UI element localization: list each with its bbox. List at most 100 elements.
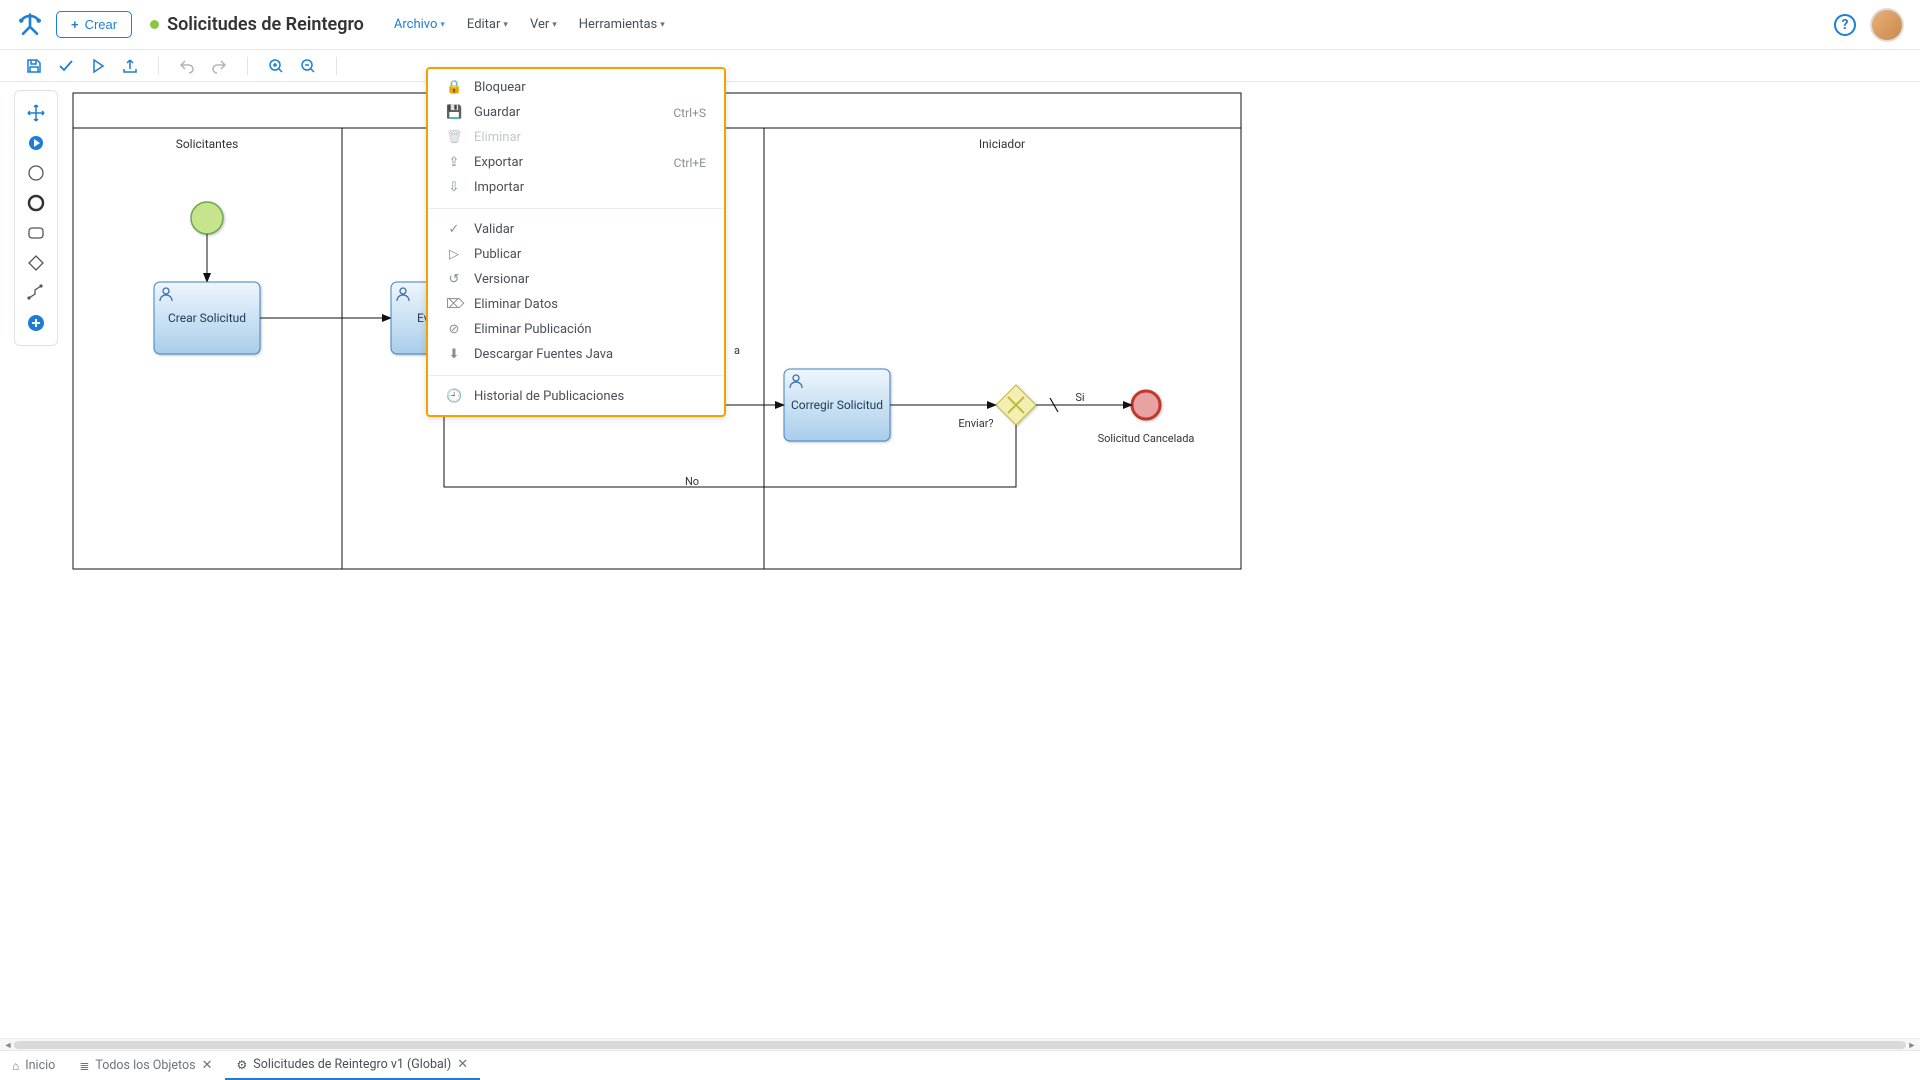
element-palette [14, 90, 58, 346]
lane-iniciador-header: Iniciador [979, 137, 1025, 151]
check-icon [58, 58, 74, 74]
tab-inicio[interactable]: ⌂ Inicio [0, 1051, 67, 1080]
menu-archivo[interactable]: Archivo ▾ [394, 17, 445, 32]
app-header: + Crear Solicitudes de Reintegro Archivo… [0, 0, 1920, 50]
menu-herramientas-label: Herramientas [579, 17, 657, 32]
dd-eliminar-datos[interactable]: ⌦ Eliminar Datos [428, 292, 724, 317]
dd-eliminar-publicacion[interactable]: ⊘ Eliminar Publicación [428, 317, 724, 342]
menu-ver[interactable]: Ver ▾ [530, 17, 557, 32]
bottom-tab-bar: ⌂ Inicio ≣ Todos los Objetos ✕ ⚙ Solicit… [0, 1050, 1920, 1080]
list-icon: ≣ [79, 1059, 89, 1073]
tool-move[interactable] [24, 101, 48, 125]
play-icon: ▷ [446, 247, 462, 262]
help-button[interactable]: ? [1834, 14, 1856, 36]
dd-descargar-java[interactable]: ⬇ Descargar Fuentes Java [428, 342, 724, 367]
dd-exportar[interactable]: ⇪ Exportar Ctrl+E [428, 150, 724, 175]
chevron-down-icon: ▾ [552, 20, 557, 30]
tab-inicio-label: Inicio [25, 1058, 55, 1073]
history-icon: ↺ [446, 272, 462, 287]
scroll-thumb[interactable] [14, 1041, 1906, 1049]
dd-validar[interactable]: ✓ Validar [428, 217, 724, 242]
bpmn-task-crear[interactable]: Crear Solicitud [154, 282, 260, 354]
edge-fragment-label: a [734, 344, 740, 357]
toolbar-divider [336, 57, 337, 75]
task-corregir-label: Corregir Solicitud [791, 398, 883, 412]
toolbar-export-button[interactable] [116, 52, 144, 80]
workspace: Solicitantes Iniciador Crear Solicitud E… [0, 82, 1920, 1050]
tab-todos-objetos-label: Todos los Objetos [95, 1058, 195, 1073]
create-button[interactable]: + Crear [56, 11, 132, 38]
move-icon [27, 104, 45, 122]
menu-herramientas[interactable]: Herramientas ▾ [579, 17, 665, 32]
lane-solicitantes-header: Solicitantes [176, 137, 239, 151]
rounded-rect-icon [27, 224, 45, 242]
dd-importar[interactable]: ⇩ Importar [428, 175, 724, 200]
bpmn-start-event[interactable] [191, 202, 223, 234]
tab-solicitudes[interactable]: ⚙ Solicitudes de Reintegro v1 (Global) ✕ [225, 1051, 481, 1080]
toolbar-zoom-in-button[interactable] [262, 52, 290, 80]
connector-icon [27, 284, 45, 302]
clock-icon: 🕘 [446, 389, 462, 404]
circle-thin-icon [27, 164, 45, 182]
dd-guardar-label: Guardar [474, 105, 520, 120]
menu-archivo-label: Archivo [394, 17, 438, 32]
user-avatar[interactable] [1870, 8, 1904, 42]
dd-historial-label: Historial de Publicaciones [474, 389, 624, 404]
dd-guardar-shortcut: Ctrl+S [673, 106, 706, 120]
chevron-down-icon: ▾ [503, 20, 508, 30]
menu-editar[interactable]: Editar ▾ [467, 17, 508, 32]
lock-icon: 🔒 [446, 80, 462, 95]
dd-historial[interactable]: 🕘 Historial de Publicaciones [428, 384, 724, 409]
dd-bloquear[interactable]: 🔒 Bloquear [428, 75, 724, 100]
task-crear-label: Crear Solicitud [168, 311, 246, 325]
page-title: Solicitudes de Reintegro [167, 14, 364, 35]
tool-start-filled[interactable] [24, 131, 48, 155]
horizontal-scrollbar[interactable]: ◄ ► [0, 1038, 1920, 1050]
redo-icon [211, 58, 227, 74]
end-event-label: Solicitud Cancelada [1098, 432, 1195, 445]
toolbar-redo-button[interactable] [205, 52, 233, 80]
dd-publicar-label: Publicar [474, 247, 521, 262]
toolbar-divider [158, 57, 159, 75]
status-indicator [150, 20, 159, 29]
archivo-dropdown: 🔒 Bloquear 💾 Guardar Ctrl+S 🗑 Eliminar ⇪… [426, 67, 726, 417]
export-icon [122, 58, 138, 74]
tool-gateway[interactable] [24, 251, 48, 275]
check-icon: ✓ [446, 222, 462, 237]
download-icon: ⬇ [446, 347, 462, 362]
toolbar-publish-button[interactable] [84, 52, 112, 80]
editor-toolbar [0, 50, 1920, 82]
edge-no2-label: No [685, 475, 699, 488]
toolbar-save-button[interactable] [20, 52, 48, 80]
dd-guardar[interactable]: 💾 Guardar Ctrl+S [428, 100, 724, 125]
tool-start-event[interactable] [24, 161, 48, 185]
tool-add[interactable] [24, 311, 48, 335]
gateway-label: Enviar? [958, 417, 993, 430]
plus-icon: + [71, 17, 79, 32]
toolbar-validate-button[interactable] [52, 52, 80, 80]
tool-task[interactable] [24, 221, 48, 245]
toolbar-undo-button[interactable] [173, 52, 201, 80]
close-icon[interactable]: ✕ [202, 1058, 213, 1073]
dd-eliminar-datos-label: Eliminar Datos [474, 297, 558, 312]
tool-connector[interactable] [24, 281, 48, 305]
play-icon [90, 58, 106, 74]
dd-versionar-label: Versionar [474, 272, 529, 287]
dropdown-separator [428, 375, 724, 376]
bpmn-end-event[interactable] [1132, 391, 1160, 419]
dd-publicar[interactable]: ▷ Publicar [428, 242, 724, 267]
bpmn-task-corregir[interactable]: Corregir Solicitud [784, 369, 890, 441]
bpmn-gateway-enviar[interactable] [996, 385, 1036, 425]
home-icon: ⌂ [12, 1059, 19, 1073]
canvas[interactable]: Solicitantes Iniciador Crear Solicitud E… [58, 82, 1920, 1050]
dd-versionar[interactable]: ↺ Versionar [428, 267, 724, 292]
toolbar-zoom-out-button[interactable] [294, 52, 322, 80]
tool-end-event[interactable] [24, 191, 48, 215]
zoom-in-icon [268, 58, 284, 74]
edge-si-label: Si [1075, 391, 1084, 404]
tab-todos-objetos[interactable]: ≣ Todos los Objetos ✕ [67, 1051, 224, 1080]
save-icon: 💾 [446, 105, 462, 120]
create-button-label: Crear [85, 17, 118, 32]
close-icon[interactable]: ✕ [457, 1057, 468, 1072]
dd-validar-label: Validar [474, 222, 514, 237]
